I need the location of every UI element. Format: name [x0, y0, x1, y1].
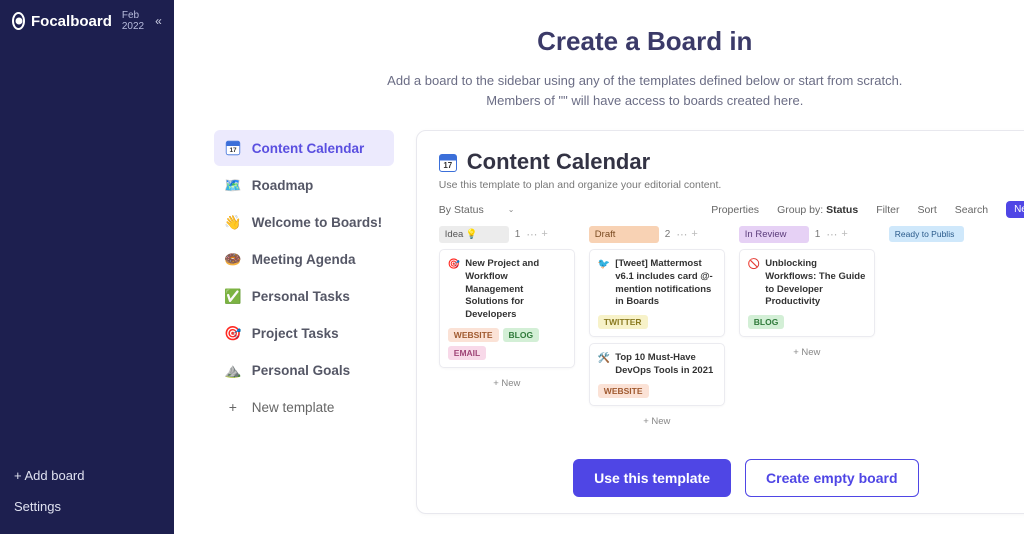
column-header: Ready to Publis — [889, 226, 1024, 242]
column-header: Draft 2 ⋯+ — [589, 226, 725, 243]
card-title: New Project and Workflow Management Solu… — [465, 258, 566, 322]
column-count: 1 — [515, 229, 521, 240]
status-pill[interactable]: Idea 💡 — [439, 226, 509, 243]
brand-logo-icon — [12, 12, 25, 30]
tag: WEBSITE — [598, 384, 649, 398]
template-item-personal-goals[interactable]: ⛰️ Personal Goals — [214, 353, 394, 388]
add-board-button[interactable]: + Add board — [14, 460, 160, 491]
add-card-button[interactable]: + New — [439, 374, 575, 393]
add-card-button[interactable]: + New — [739, 343, 875, 362]
card-icon: 🚫 — [748, 258, 760, 309]
preview-title: Content Calendar — [467, 149, 650, 175]
column-controls[interactable]: ⋯+ — [826, 228, 847, 241]
column-count: 1 — [815, 229, 821, 240]
template-icon: 👋 — [224, 214, 242, 231]
template-item-roadmap[interactable]: 🗺️ Roadmap — [214, 168, 394, 203]
board-column: Idea 💡 1 ⋯+ 🎯New Project and Workflow Manag… — [439, 226, 575, 441]
tag: TWITTER — [598, 315, 648, 329]
sort-button[interactable]: Sort — [918, 204, 937, 216]
template-item-meeting-agenda[interactable]: 🍩 Meeting Agenda — [214, 242, 394, 277]
page-title: Create a Board in — [214, 26, 1024, 57]
template-icon: ✅ — [224, 288, 242, 305]
template-list: 17 Content Calendar 🗺️ Roadmap 👋 Welcome to B… — [214, 130, 394, 514]
template-label: New template — [252, 400, 335, 415]
board-card[interactable]: 🚫Unblocking Workflows: The Guide to Deve… — [739, 249, 875, 337]
status-pill[interactable]: Draft — [589, 226, 659, 243]
collapse-sidebar-icon[interactable]: « — [155, 14, 162, 28]
board-toolbar: By Status ⌄ Properties Group by: Status … — [439, 201, 1024, 218]
board-column: In Review 1 ⋯+ 🚫Unblocking Workflows: The G… — [739, 226, 875, 441]
template-icon: 🍩 — [224, 251, 242, 268]
template-label: Roadmap — [252, 178, 314, 193]
template-icon: ⛰️ — [224, 362, 242, 379]
column-controls[interactable]: ⋯+ — [676, 228, 697, 241]
card-title: Top 10 Must-Have DevOps Tools in 2021 — [615, 352, 716, 378]
board-card[interactable]: 🛠️Top 10 Must-Have DevOps Tools in 2021 W… — [589, 343, 725, 406]
plus-icon: + — [224, 399, 242, 415]
preview-subtitle: Use this template to plan and organize y… — [439, 179, 1024, 191]
add-card-button[interactable]: + New — [589, 412, 725, 431]
tag: WEBSITE — [448, 328, 499, 342]
use-template-button[interactable]: Use this template — [573, 459, 731, 497]
card-icon: 🛠️ — [598, 352, 610, 378]
column-header: Idea 💡 1 ⋯+ — [439, 226, 575, 243]
status-pill[interactable]: Ready to Publis — [889, 226, 965, 242]
board-card[interactable]: 🎯New Project and Workflow Management Sol… — [439, 249, 575, 368]
new-template-item[interactable]: + New template — [214, 390, 394, 424]
chevron-down-icon: ⌄ — [508, 205, 515, 214]
group-by[interactable]: Group by: Status — [777, 204, 858, 216]
create-empty-board-button[interactable]: Create empty board — [745, 459, 918, 497]
template-label: Meeting Agenda — [252, 252, 356, 267]
board-columns: Idea 💡 1 ⋯+ 🎯New Project and Workflow Manag… — [439, 226, 1024, 441]
filter-button[interactable]: Filter — [876, 204, 899, 216]
sidebar: Focalboard Feb 2022 « + Add board Settin… — [0, 0, 174, 534]
tag: BLOG — [503, 328, 540, 342]
main: Create a Board in Add a board to the sid… — [174, 0, 1024, 534]
board-column: Draft 2 ⋯+ 🐦[Tweet] Mattermost v6.1 include… — [589, 226, 725, 441]
template-label: Welcome to Boards! — [252, 215, 382, 230]
board-card[interactable]: 🐦[Tweet] Mattermost v6.1 includes card @… — [589, 249, 725, 337]
template-item-personal-tasks[interactable]: ✅ Personal Tasks — [214, 279, 394, 314]
card-tags: WEBSITE — [598, 384, 716, 398]
template-icon: 🗺️ — [224, 177, 242, 194]
tag: EMAIL — [448, 346, 486, 360]
properties-button[interactable]: Properties — [711, 204, 759, 216]
settings-button[interactable]: Settings — [14, 491, 160, 522]
column-count: 2 — [665, 229, 671, 240]
card-tags: TWITTER — [598, 315, 716, 329]
card-tags: WEBSITE BLOG EMAIL — [448, 328, 566, 360]
card-title: [Tweet] Mattermost v6.1 includes card @-… — [615, 258, 716, 309]
tag: BLOG — [748, 315, 785, 329]
page-subtitle: Add a board to the sidebar using any of … — [214, 71, 1024, 110]
sidebar-header: Focalboard Feb 2022 « — [0, 0, 174, 42]
status-pill[interactable]: In Review — [739, 226, 809, 243]
search-button[interactable]: Search — [955, 204, 988, 216]
calendar-icon: 17 — [439, 152, 457, 173]
template-label: Personal Tasks — [252, 289, 350, 304]
sidebar-footer: + Add board Settings — [0, 460, 174, 534]
card-title: Unblocking Workflows: The Guide to Devel… — [765, 258, 866, 309]
card-icon: 🎯 — [448, 258, 460, 322]
template-item-project-tasks[interactable]: 🎯 Project Tasks — [214, 316, 394, 351]
brand-name: Focalboard — [31, 13, 112, 30]
template-icon: 🎯 — [224, 325, 242, 342]
template-preview-panel: 17 Content Calendar Use this template to… — [416, 130, 1024, 514]
panel-actions: Use this template Create empty board — [439, 459, 1024, 497]
new-card-button[interactable]: New ⌄ — [1006, 201, 1024, 218]
template-item-welcome-to-boards[interactable]: 👋 Welcome to Boards! — [214, 205, 394, 240]
card-tags: BLOG — [748, 315, 866, 329]
template-label: Project Tasks — [252, 326, 339, 341]
view-selector[interactable]: By Status ⌄ — [439, 204, 515, 216]
template-item-content-calendar[interactable]: 17 Content Calendar — [214, 130, 394, 166]
template-icon: 17 — [224, 139, 242, 157]
column-header: In Review 1 ⋯+ — [739, 226, 875, 243]
column-controls[interactable]: ⋯+ — [526, 228, 547, 241]
brand-sublabel: Feb 2022 — [122, 10, 149, 32]
card-icon: 🐦 — [598, 258, 610, 309]
template-label: Content Calendar — [252, 141, 365, 156]
board-column: Ready to Publis — [889, 226, 1024, 441]
template-label: Personal Goals — [252, 363, 350, 378]
